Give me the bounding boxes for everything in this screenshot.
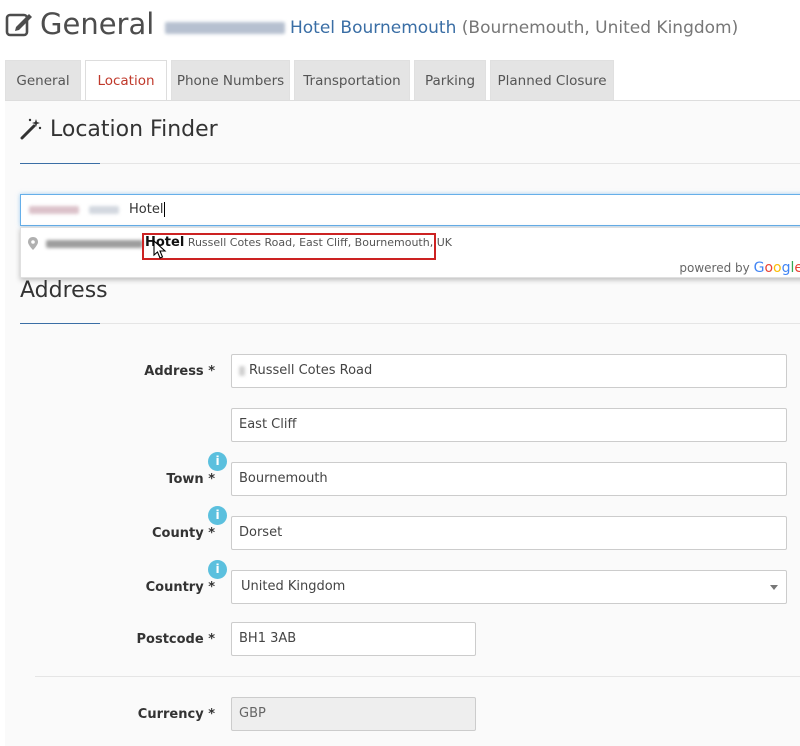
redacted-text [46, 240, 143, 248]
mouse-cursor-icon [153, 240, 167, 259]
country-label: Country * [145, 580, 215, 595]
autocomplete-dropdown: Hotel Russell Cotes Road, East Cliff, Bo… [20, 227, 800, 278]
title-underline [20, 163, 100, 164]
currency-label: Currency * [137, 707, 215, 722]
google-letter: o [764, 260, 774, 276]
powered-by-google: powered by Google [679, 259, 800, 277]
search-input-value: Hotel [129, 202, 164, 217]
info-icon[interactable]: i [208, 560, 227, 579]
redacted-text [239, 365, 245, 376]
redacted-text [89, 205, 119, 214]
tab-transportation[interactable]: Transportation [294, 60, 410, 100]
hotel-heading: Hotel Bournemouth (Bournemouth, United K… [165, 17, 738, 39]
google-letter: G [753, 260, 765, 276]
location-search-input[interactable]: Hotel [20, 194, 800, 226]
town-field[interactable]: Bournemouth [231, 462, 787, 496]
address-line2-field[interactable]: East Cliff [231, 408, 787, 442]
google-letter: o [773, 260, 782, 276]
tab-phone-numbers[interactable]: Phone Numbers [171, 60, 290, 100]
chevron-down-icon [770, 585, 778, 590]
postcode-field[interactable]: BH1 3AB [231, 622, 476, 656]
county-label: County * [152, 526, 215, 541]
redacted-text [165, 22, 285, 34]
hotel-name: Hotel Bournemouth [290, 18, 457, 38]
tab-general[interactable]: General [5, 60, 81, 100]
page-header: General Hotel Bournemouth (Bournemouth, … [0, 0, 800, 56]
text-caret [164, 202, 166, 217]
currency-field: GBP [231, 697, 476, 731]
county-field[interactable]: Dorset [231, 516, 787, 550]
location-finder-title: Location Finder [50, 117, 218, 142]
address-label: Address * [144, 364, 215, 379]
map-pin-icon [28, 237, 38, 250]
form-divider [35, 676, 800, 677]
redacted-text [29, 205, 79, 214]
country-value: United Kingdom [241, 579, 346, 594]
info-icon[interactable]: i [208, 506, 227, 525]
address-line1-value: Russell Cotes Road [249, 363, 373, 378]
title-underline [20, 323, 100, 324]
town-label: Town * [166, 472, 215, 487]
tab-location[interactable]: Location [85, 60, 167, 102]
tab-planned-closure[interactable]: Planned Closure [490, 60, 614, 100]
google-logo: Google [754, 260, 800, 276]
highlight-annotation [142, 233, 436, 260]
google-letter: e [794, 260, 800, 276]
edit-icon [5, 13, 32, 37]
page-title: General [40, 7, 155, 41]
address-title: Address [20, 278, 108, 303]
title-rule [100, 323, 800, 324]
magic-wand-icon [20, 118, 42, 140]
info-icon[interactable]: i [208, 452, 227, 471]
country-select[interactable]: United Kingdom [231, 570, 787, 604]
location-panel: Location Finder Hotel Hotel Russell Cote… [5, 101, 800, 746]
postcode-label: Postcode * [136, 632, 216, 647]
powered-by-text: powered by [679, 261, 750, 275]
title-rule [100, 163, 800, 164]
tab-parking[interactable]: Parking [414, 60, 486, 100]
hotel-location: (Bournemouth, United Kingdom) [461, 18, 739, 38]
address-line1-field[interactable]: Russell Cotes Road [231, 354, 787, 388]
